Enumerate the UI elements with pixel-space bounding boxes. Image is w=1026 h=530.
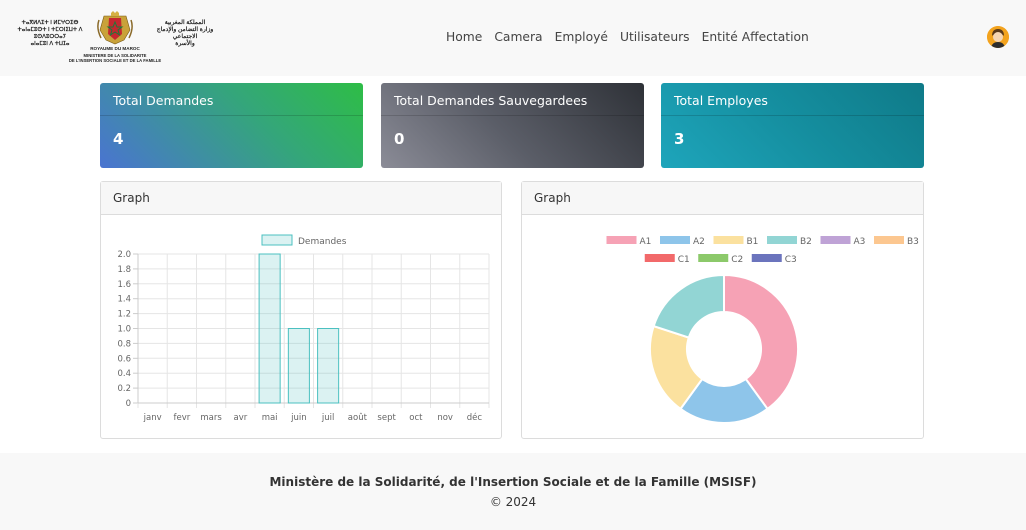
- legend-label: C1: [678, 255, 690, 265]
- nav-home[interactable]: Home: [446, 30, 482, 44]
- user-avatar-icon[interactable]: [987, 26, 1009, 48]
- y-tick-label: 1.8: [117, 265, 131, 275]
- legend-label: B1: [747, 237, 759, 247]
- bar-chart: Demandes 0 0.2 0.4 0.6 0.8 1.0 1.2 1.4 1.6 1.8 2.0 j…: [117, 234, 490, 423]
- footer-copyright: © 2024: [489, 495, 537, 509]
- x-tick-label: mai: [262, 413, 278, 423]
- legend-swatch-C1: [644, 254, 675, 262]
- coat-of-arms-icon: [97, 11, 133, 45]
- logo-tifinagh-text: ⵜⴰⴳⵍⴷⵉⵜ ⵏ ⵍⵎⵖⵔⵉⴱ ⵜⴰⵏⴰⵎⵓⵙⵜ ⵏ ⵜⵎⵔⵏⵉⵡⵜ ⴷ ⵓⵙ…: [17, 20, 83, 47]
- card-total-demandes-sauvegardees: Total Demandes Sauvegardees 0: [381, 83, 644, 168]
- graph-panel-doughnut: Graph A1 A2 B1 B2 A3 B3 C1 C2 C3: [521, 181, 924, 439]
- nav-camera[interactable]: Camera: [494, 30, 542, 44]
- y-tick-label: 1.4: [117, 295, 131, 305]
- chart-legend: Demandes: [261, 234, 347, 247]
- card-value: 4: [113, 130, 124, 148]
- x-tick-label: janv: [143, 413, 162, 423]
- y-tick-label: 2.0: [117, 250, 131, 260]
- legend-swatch-B3: [874, 236, 904, 244]
- nav-entite-affectation[interactable]: Entité Affectation: [702, 30, 809, 44]
- nav-utilisateurs[interactable]: Utilisateurs: [620, 30, 690, 44]
- nav-employe[interactable]: Employé: [555, 30, 608, 44]
- legend-label: B2: [800, 237, 812, 247]
- bar-juin: [287, 328, 310, 404]
- card-value: 3: [674, 130, 685, 148]
- y-tick-label: 0.4: [117, 369, 131, 379]
- x-tick-label: juil: [321, 413, 334, 423]
- doughnut-chart: A1 A2 B1 B2 A3 B3 C1 C2 C3: [606, 236, 919, 424]
- card-value: 0: [394, 130, 405, 148]
- card-title: Total Demandes: [100, 83, 363, 116]
- y-tick-label: 1.6: [117, 280, 131, 290]
- bar-mai: [258, 253, 281, 404]
- y-tick-label: 1.0: [117, 325, 131, 335]
- legend-label: A2: [693, 237, 705, 247]
- legend-swatch: [261, 234, 293, 246]
- panel-title: Graph: [101, 182, 501, 215]
- legend-swatch-B1: [713, 236, 744, 244]
- legend-label: C2: [731, 255, 743, 265]
- legend-swatch-A2: [660, 236, 690, 244]
- legend-label: B3: [907, 237, 919, 247]
- x-tick-label: nov: [437, 413, 453, 423]
- x-tick-label: mars: [200, 413, 222, 423]
- legend-swatch-C3: [751, 254, 782, 262]
- footer-ministry-text: Ministère de la Solidarité, de l'Inserti…: [269, 475, 757, 489]
- x-tick-label: août: [348, 413, 368, 423]
- top-navbar: ⵜⴰⴳⵍⴷⵉⵜ ⵏ ⵍⵎⵖⵔⵉⴱ ⵜⴰⵏⴰⵎⵓⵙⵜ ⵏ ⵜⵎⵔⵏⵉⵡⵜ ⴷ ⵓⵙ…: [0, 0, 1026, 76]
- card-total-employes: Total Employes 3: [661, 83, 924, 168]
- panel-title: Graph: [522, 182, 923, 215]
- slice-B2: [652, 273, 725, 339]
- logo-ministry-text: MINISTERE DE LA SOLIDARITE DE L'INSERTIO…: [68, 53, 162, 63]
- card-title: Total Demandes Sauvegardees: [381, 83, 644, 116]
- legend-label: A3: [854, 237, 866, 247]
- x-tick-label: déc: [467, 412, 483, 423]
- legend-label: A1: [640, 237, 652, 247]
- x-tick-label: fevr: [174, 413, 191, 423]
- y-tick-label: 1.2: [117, 310, 131, 320]
- legend-swatch-A3: [820, 236, 851, 244]
- legend-label: Demandes: [298, 237, 347, 247]
- logo-kingdom-text: ROYAUME DU MAROC: [90, 46, 140, 51]
- x-tick-label: sept: [377, 413, 396, 423]
- x-tick-label: juin: [290, 413, 307, 423]
- legend-label: C3: [785, 255, 797, 265]
- legend-swatch-A1: [606, 236, 637, 244]
- y-tick-label: 0.6: [117, 354, 131, 364]
- user-face-icon: [987, 26, 1009, 48]
- legend-swatch-C2: [698, 254, 729, 262]
- y-tick-label: 0.8: [117, 339, 131, 349]
- legend-swatch-B2: [767, 236, 797, 244]
- page-footer: Ministère de la Solidarité, de l'Inserti…: [0, 453, 1026, 530]
- ministry-logo[interactable]: ⵜⴰⴳⵍⴷⵉⵜ ⵏ ⵍⵎⵖⵔⵉⴱ ⵜⴰⵏⴰⵎⵓⵙⵜ ⵏ ⵜⵎⵔⵏⵉⵡⵜ ⴷ ⵓⵙ…: [10, 8, 220, 68]
- x-tick-label: avr: [234, 413, 248, 423]
- graph-panel-bar: Graph Demandes 0 0.2 0.4 0.6 0.8 1.0 1.2 1.4 1.6 1…: [100, 181, 502, 439]
- x-tick-label: oct: [409, 413, 423, 423]
- main-nav: Home Camera Employé Utilisateurs Entité …: [446, 30, 821, 44]
- bar-juil: [317, 328, 340, 404]
- card-title: Total Employes: [661, 83, 924, 116]
- card-total-demandes: Total Demandes 4: [100, 83, 363, 168]
- y-tick-label: 0.2: [117, 384, 131, 394]
- y-tick-label: 0: [126, 399, 131, 409]
- logo-arabic-text: المملكة المغربية وزارة التضامن والإدماج …: [156, 20, 214, 47]
